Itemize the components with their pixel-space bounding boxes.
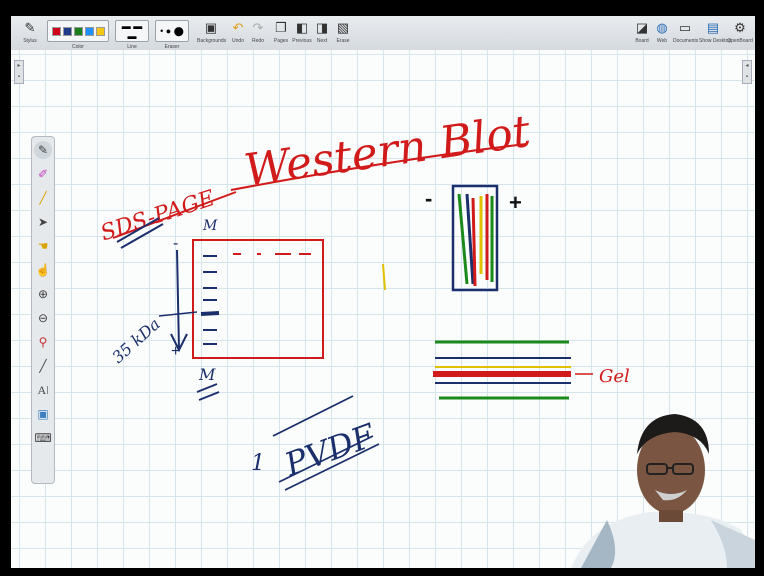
undo-icon: ↶ [232,20,244,35]
pages-button[interactable]: ❐ Pages [271,18,291,48]
yellow-mark [382,263,386,291]
color-swatch-red[interactable] [51,26,61,36]
globe-icon: ◍ [656,20,668,35]
color-swatch-blue[interactable] [84,26,94,36]
board-icon: ◪ [635,20,649,35]
show-desktop-button[interactable]: ▤ Show Desktop [699,18,731,48]
kda-label: 35 kDa [108,314,163,367]
color-swatch-navy[interactable] [62,26,72,36]
documents-button[interactable]: ▭ Documents [673,18,698,48]
tube-bands [457,193,494,287]
stylus-button[interactable]: ✎ Stylus [19,18,41,48]
tube-plus: + [509,190,522,215]
presenter-video [571,414,755,568]
pvdf-count: 1 [251,451,265,476]
next-button[interactable]: ◨ Next [313,18,331,48]
stylus-icon: ✎ [24,20,36,35]
toolbar: ✎ Stylus Color ▬ ▬ ▬ Line • ● ⬤ Eraser ▣… [11,16,755,51]
redo-button[interactable]: ↷ Redo [249,18,267,48]
web-button[interactable]: ◍ Web [653,18,671,48]
backgrounds-icon: ▣ [204,20,218,35]
erase-icon: ▧ [336,20,350,35]
pages-icon: ❐ [275,20,287,35]
gel-stack [433,340,571,400]
color-swatch-green[interactable] [73,26,83,36]
tube-minus: - [425,186,432,211]
openboard-window: ✎ Stylus Color ▬ ▬ ▬ Line • ● ⬤ Eraser ▣… [11,16,755,568]
whiteboard-canvas[interactable]: ▸ ▪ ◂ ▪ ✎ ✐ ╱ ➤ ☚ ☝ ⊕ ⊖ ⚲ ╱ Aǀ ▣ ⌨ Western… [11,50,755,568]
eraser-button[interactable]: • ● ⬤ Eraser [155,18,189,50]
migration-arrow [170,249,188,353]
previous-button[interactable]: ◧ Previous [291,18,313,48]
m-bottom-marks [196,383,220,401]
whiteboard-drawing: Western Blot SDS-PAGE M - + M 35 kDa - +… [98,106,755,568]
documents-icon: ▭ [678,20,692,35]
erase-button[interactable]: ▧ Erase [333,18,353,48]
color-swatch-yellow[interactable] [95,26,105,36]
undo-button[interactable]: ↶ Undo [229,18,247,48]
color-palette[interactable] [47,20,109,42]
openboard-menu-button[interactable]: ⚙ OpenBoard [727,18,753,48]
board-button[interactable]: ◪ Board [633,18,651,48]
gel-label: Gel [599,366,630,387]
previous-page-icon: ◧ [295,20,309,35]
marker-lane [200,255,220,345]
color-button[interactable]: Color [47,18,109,50]
title-text: Western Blot [241,106,534,197]
openboard-icon: ⚙ [734,20,746,35]
m-top-label: M [202,218,218,234]
m-bottom-label: M [198,365,216,384]
next-page-icon: ◨ [315,20,329,35]
line-button[interactable]: ▬ ▬ ▬ Line [115,18,149,50]
minus-sign: - [173,235,178,252]
desktop-icon: ▤ [706,20,720,35]
eraser-size-icon: • ● ⬤ [155,20,189,42]
backgrounds-button[interactable]: ▣ Backgrounds [197,18,226,48]
line-width-icon: ▬ ▬ ▬ [115,20,149,42]
redo-icon: ↷ [252,20,264,35]
